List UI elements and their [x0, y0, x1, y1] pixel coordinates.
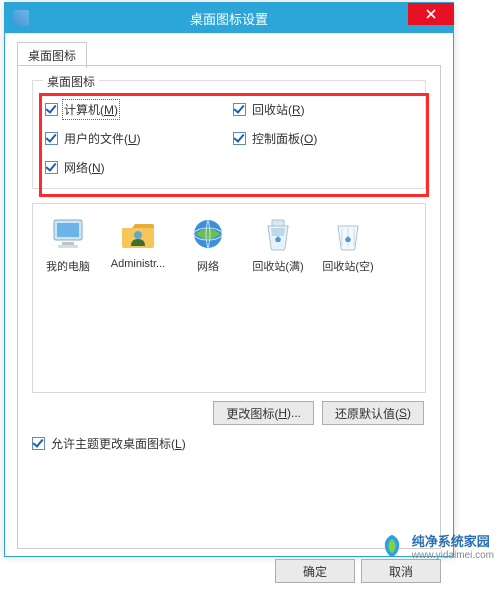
icon-my-computer-label: 我的电脑	[36, 258, 100, 274]
change-icon-button[interactable]: 更改图标(H)...	[213, 401, 314, 425]
folder-user-icon	[118, 214, 158, 254]
globe-icon	[188, 214, 228, 254]
checkbox-allow-theme[interactable]	[32, 437, 45, 450]
dialog-body: 桌面图标 桌面图标 计算机(M) 回收站(R) 用	[5, 33, 453, 549]
checkbox-cpanel[interactable]	[233, 132, 246, 145]
icon-recycle-full-label: 回收站(满)	[246, 258, 310, 274]
allow-theme-row: 允许主题更改桌面图标(L)	[32, 435, 426, 452]
checkbox-userdocs[interactable]	[45, 132, 58, 145]
cancel-button[interactable]: 取消	[361, 559, 441, 583]
allow-theme-label: 允许主题更改桌面图标(L)	[51, 435, 186, 452]
checkbox-network-label: 网络(N)	[64, 159, 105, 176]
icon-administrator-label: Administr...	[106, 258, 170, 270]
close-icon	[426, 9, 436, 19]
dialog-window: 桌面图标设置 桌面图标 桌面图标 计算机(M) 回收站(R)	[4, 2, 454, 557]
checkbox-computer[interactable]	[45, 103, 58, 116]
tab-strip: 桌面图标	[17, 41, 441, 65]
checkbox-computer-row: 计算机(M)	[45, 101, 225, 118]
checkbox-recycle-row: 回收站(R)	[233, 101, 413, 118]
checkbox-grid: 计算机(M) 回收站(R) 用户的文件(U) 控制面板(O)	[45, 101, 413, 176]
checkbox-userdocs-row: 用户的文件(U)	[45, 130, 225, 147]
watermark: 纯净系统家园 www.yidaimei.com	[378, 531, 494, 561]
monitor-icon	[48, 214, 88, 254]
icon-recycle-empty[interactable]: 回收站(空)	[313, 210, 383, 278]
checkbox-recycle-label: 回收站(R)	[252, 101, 305, 118]
icon-my-computer[interactable]: 我的电脑	[33, 210, 103, 278]
icon-administrator[interactable]: Administr...	[103, 210, 173, 278]
watermark-logo-icon	[378, 532, 406, 560]
restore-defaults-button[interactable]: 还原默认值(S)	[322, 401, 424, 425]
watermark-url: www.yidaimei.com	[412, 550, 494, 561]
window-title: 桌面图标设置	[5, 9, 453, 28]
icon-buttons-row: 更改图标(H)... 还原默认值(S)	[32, 401, 424, 425]
tab-panel: 桌面图标 计算机(M) 回收站(R) 用户的文件(U)	[17, 65, 441, 549]
icon-network-label: 网络	[176, 258, 240, 274]
checkbox-userdocs-label: 用户的文件(U)	[64, 130, 141, 147]
checkbox-computer-label: 计算机(M)	[64, 101, 118, 118]
icon-recycle-empty-label: 回收站(空)	[316, 258, 380, 274]
recycle-empty-icon	[328, 214, 368, 254]
close-button[interactable]	[408, 3, 454, 25]
icon-recycle-full[interactable]: 回收站(满)	[243, 210, 313, 278]
ok-button[interactable]: 确定	[275, 559, 355, 583]
fieldset-desktop-icons: 桌面图标 计算机(M) 回收站(R) 用户的文件(U)	[32, 80, 426, 189]
app-icon	[13, 10, 29, 26]
checkbox-network-row: 网络(N)	[45, 159, 225, 176]
icon-preview-list: 我的电脑 Administr...	[32, 203, 426, 393]
checkbox-network[interactable]	[45, 161, 58, 174]
titlebar: 桌面图标设置	[5, 3, 453, 33]
checkbox-cpanel-row: 控制面板(O)	[233, 130, 413, 147]
checkbox-recycle[interactable]	[233, 103, 246, 116]
recycle-full-icon	[258, 214, 298, 254]
checkbox-cpanel-label: 控制面板(O)	[252, 130, 317, 147]
fieldset-legend: 桌面图标	[43, 73, 99, 90]
watermark-brand: 纯净系统家园	[412, 531, 494, 550]
icon-network[interactable]: 网络	[173, 210, 243, 278]
